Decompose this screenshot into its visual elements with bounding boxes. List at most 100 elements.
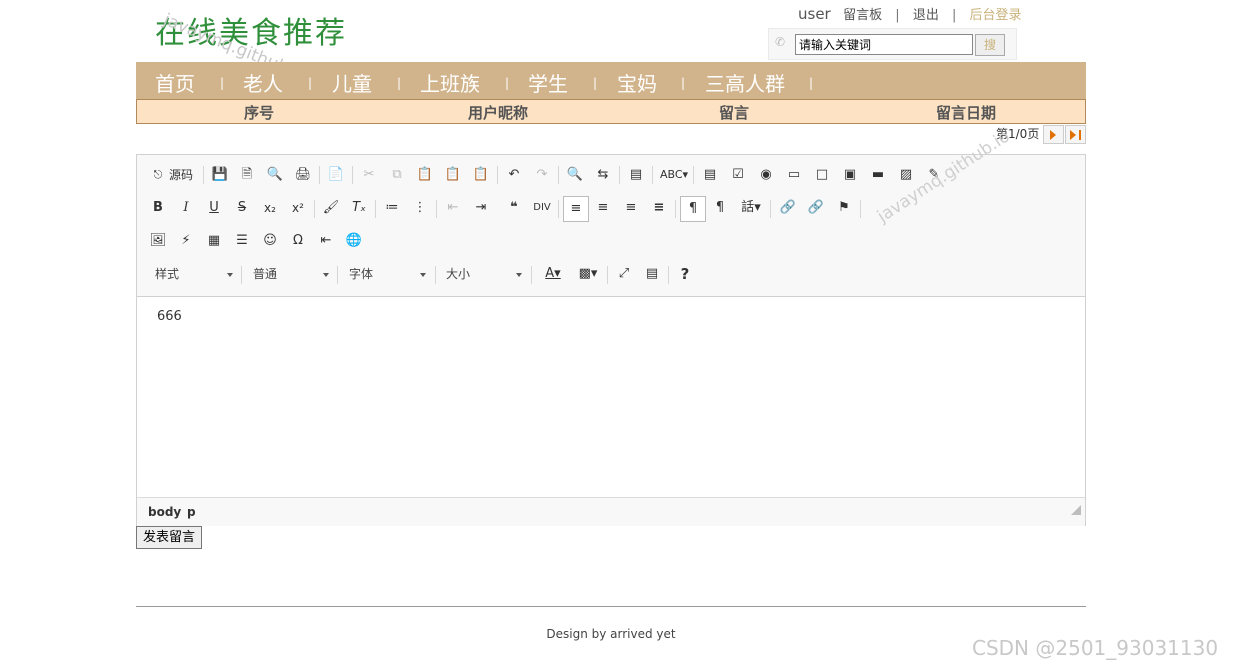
admin-login-link[interactable]: 后台登录 — [970, 8, 1022, 23]
search-input[interactable] — [795, 34, 973, 55]
div-container-icon[interactable]: DIV — [531, 197, 553, 219]
column-header-nickname: 用户昵称 — [468, 104, 529, 122]
footer-divider — [136, 606, 1086, 607]
textarea-icon[interactable]: □ — [811, 164, 833, 186]
toolbar-separator — [314, 200, 315, 218]
new-page-icon[interactable]: 🗎 — [236, 164, 258, 186]
logout-link[interactable]: 退出 — [913, 8, 939, 23]
strikethrough-icon[interactable]: S — [231, 197, 253, 219]
superscript-icon[interactable]: x² — [287, 197, 309, 219]
paste-text-icon[interactable]: 📋 — [442, 164, 464, 186]
element-path-bar: body p — [137, 497, 1085, 526]
styles-combo[interactable]: 样式 — [155, 265, 237, 285]
post-message-button[interactable]: 发表留言 — [136, 526, 203, 549]
text-field-icon[interactable]: ▭ — [783, 164, 805, 186]
format-combo[interactable]: 普通 — [253, 265, 335, 285]
csdn-watermark: CSDN @2501_93031130 — [972, 636, 1219, 660]
link-icon[interactable]: 🔗 — [777, 197, 799, 219]
radio-icon[interactable]: ◉ — [755, 164, 777, 186]
size-combo[interactable]: 大小 — [446, 265, 528, 285]
paste-icon[interactable]: 📋 — [414, 164, 436, 186]
checkbox-icon[interactable]: ☑ — [727, 164, 749, 186]
show-blocks-icon[interactable]: ▤ — [641, 263, 663, 285]
font-combo[interactable]: 字体 — [349, 265, 431, 285]
rich-text-editor: ⎋ 源码 💾 🗎 🔍 🖨 📄 ✂ ⧉ 📋 📋 📋 ↶ ↷ 🔍 ⇆ ▤ ABC▾ … — [136, 154, 1086, 526]
nav-item-office-workers[interactable]: 上班族 — [420, 68, 480, 97]
nav-item-home[interactable]: 首页 — [155, 68, 195, 97]
spellcheck-icon[interactable]: ABC▾ — [658, 164, 690, 186]
button-field-icon[interactable]: ▬ — [867, 164, 889, 186]
horizontal-line-icon[interactable]: ☰ — [231, 230, 253, 252]
resize-handle-icon[interactable] — [1071, 505, 1081, 515]
special-char-icon[interactable]: Ω — [287, 230, 309, 252]
image-icon[interactable]: 🖼 — [147, 230, 169, 252]
nav-item-children[interactable]: 儿童 — [332, 68, 372, 97]
copy-format-icon[interactable]: 🖌 — [320, 197, 342, 219]
table-icon[interactable]: ▦ — [203, 230, 225, 252]
numbered-list-icon[interactable]: ≔ — [381, 197, 403, 219]
justify-icon[interactable]: ≡ — [648, 197, 670, 219]
indent-icon[interactable]: ⇥ — [470, 197, 492, 219]
next-page-button[interactable] — [1043, 125, 1064, 144]
blockquote-icon[interactable]: ❝ — [503, 197, 525, 219]
source-button[interactable]: 源码 — [169, 166, 193, 183]
nav-item-elderly[interactable]: 老人 — [243, 68, 283, 97]
nav-item-three-highs[interactable]: 三高人群 — [705, 68, 785, 97]
nav-separator: | — [809, 76, 814, 90]
toolbar-separator — [558, 166, 559, 184]
separator: | — [895, 8, 900, 23]
editor-paragraph[interactable]: 666 — [157, 309, 182, 324]
italic-icon[interactable]: I — [175, 197, 197, 219]
select-field-icon[interactable]: ▣ — [839, 164, 861, 186]
bulleted-list-icon[interactable]: ⋮ — [409, 197, 431, 219]
anchor-flag-icon[interactable]: ⚑ — [833, 197, 855, 219]
align-center-icon[interactable]: ≡ — [592, 197, 614, 219]
ltr-icon[interactable]: ¶ — [680, 196, 706, 222]
path-p[interactable]: p — [187, 505, 196, 519]
subscript-icon[interactable]: x₂ — [259, 197, 281, 219]
copy-icon[interactable]: ⧉ — [386, 164, 408, 186]
redo-icon[interactable]: ↷ — [531, 164, 553, 186]
help-icon[interactable]: ? — [674, 263, 696, 285]
toolbar-separator — [693, 166, 694, 184]
print-icon[interactable]: 🖨 — [292, 164, 314, 186]
align-left-icon[interactable]: ≡ — [563, 196, 589, 222]
search-button[interactable]: 搜 — [975, 34, 1005, 56]
path-body[interactable]: body — [148, 505, 181, 519]
bold-icon[interactable]: B — [147, 197, 169, 219]
toolbar-separator — [668, 266, 669, 284]
smiley-icon[interactable]: ☺ — [259, 230, 281, 252]
maximize-icon[interactable]: ⤢ — [613, 263, 635, 285]
preview-icon[interactable]: 🔍 — [264, 164, 286, 186]
undo-icon[interactable]: ↶ — [503, 164, 525, 186]
nav-item-mothers[interactable]: 宝妈 — [617, 68, 657, 97]
column-header-message: 留言 — [719, 104, 750, 122]
source-icon[interactable]: ⎋ — [151, 164, 165, 186]
align-right-icon[interactable]: ≡ — [620, 197, 642, 219]
replace-icon[interactable]: ⇆ — [592, 164, 614, 186]
find-icon[interactable]: 🔍 — [564, 164, 586, 186]
unlink-icon[interactable]: 🔗 — [805, 197, 827, 219]
save-icon[interactable]: 💾 — [209, 164, 231, 186]
underline-icon[interactable]: U — [203, 197, 225, 219]
editor-content-area[interactable]: 666 — [137, 297, 1085, 497]
nav-separator: | — [308, 76, 313, 90]
remove-format-icon[interactable]: Tₓ — [348, 197, 370, 219]
language-icon[interactable]: 話▾ — [737, 197, 765, 219]
form-icon[interactable]: ▤ — [699, 164, 721, 186]
rtl-icon[interactable]: ¶ — [709, 197, 731, 219]
text-color-icon[interactable]: A▾ — [539, 263, 567, 285]
message-board-link[interactable]: 留言板 — [843, 8, 882, 23]
nav-item-students[interactable]: 学生 — [528, 68, 568, 97]
templates-icon[interactable]: 📄 — [325, 164, 347, 186]
last-page-button[interactable] — [1065, 125, 1086, 144]
toolbar-separator — [337, 266, 338, 284]
outdent-icon[interactable]: ⇤ — [442, 197, 464, 219]
select-all-icon[interactable]: ▤ — [625, 164, 647, 186]
page-break-icon[interactable]: ⇤ — [315, 230, 337, 252]
paste-word-icon[interactable]: 📋 — [470, 164, 492, 186]
iframe-globe-icon[interactable]: 🌐 — [343, 230, 365, 252]
bg-color-icon[interactable]: ▩▾ — [574, 263, 602, 285]
cut-icon[interactable]: ✂ — [358, 164, 380, 186]
flash-icon[interactable]: ⚡ — [175, 230, 197, 252]
